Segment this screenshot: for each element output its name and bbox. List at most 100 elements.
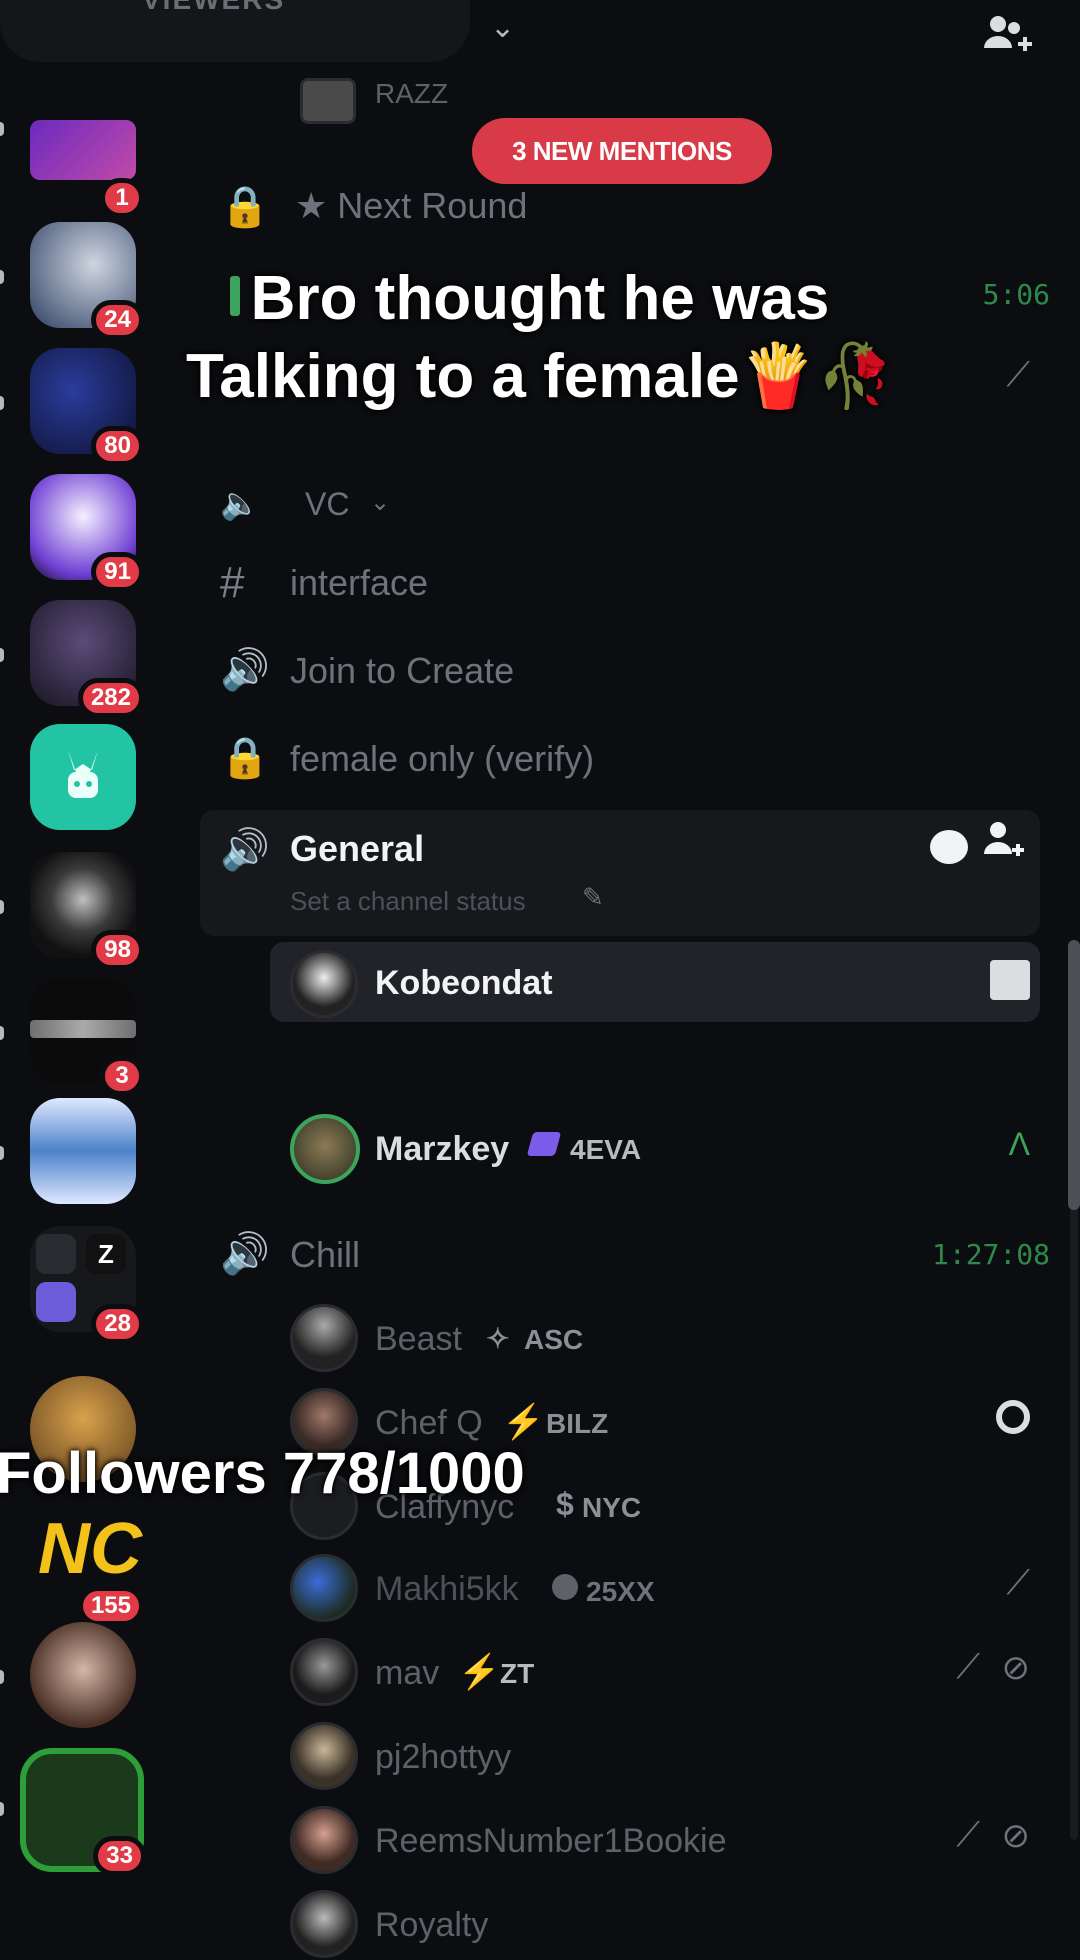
pencil-icon[interactable]: ✎ xyxy=(582,882,604,913)
server-icon-1[interactable]: 1 xyxy=(30,100,144,218)
speaker-icon: 🔊 xyxy=(220,648,270,692)
lock-icon: 🔒 xyxy=(220,736,270,780)
username: Chef Q xyxy=(375,1404,483,1442)
username: Royalty xyxy=(375,1906,489,1944)
channel-label: Join to Create xyxy=(290,650,515,691)
mic-muted-icon: ⟋ xyxy=(956,1816,980,1854)
partial-channel-label: RAZZ xyxy=(375,78,449,109)
video-caption: Bro thought he was Talking to a female🍟🥀 xyxy=(0,260,1080,416)
unread-badge: 3 xyxy=(100,1056,144,1096)
username: pj2hottyy xyxy=(375,1738,512,1776)
avatar xyxy=(290,1806,358,1874)
avatar xyxy=(290,1722,358,1790)
guild-tag: ASC xyxy=(524,1324,584,1355)
guild-tag: NYC xyxy=(582,1492,642,1523)
avatar xyxy=(300,78,356,124)
avatar xyxy=(290,950,358,1018)
server-icon-12[interactable]: NC 155 xyxy=(30,1508,144,1626)
unread-badge: 91 xyxy=(91,552,144,592)
server-icon-4[interactable]: 91 xyxy=(30,474,144,592)
server-icon-13[interactable] xyxy=(30,1622,136,1728)
channel-label: female only (verify) xyxy=(290,738,595,779)
unread-badge: 282 xyxy=(77,678,144,718)
voice-user-beast[interactable]: Beast ✧ ASC xyxy=(190,1304,1050,1374)
username: ReemsNumber1Bookie xyxy=(375,1822,727,1860)
hash-icon: # xyxy=(220,558,245,607)
channel-label: General xyxy=(290,828,425,869)
voice-timer: 1:27:08 xyxy=(931,1238,1050,1271)
caption-line-2: Talking to a female🍟🥀 xyxy=(186,342,894,411)
server-icon-7[interactable]: 98 xyxy=(30,852,144,970)
category-label: VC xyxy=(305,486,350,522)
category-vc[interactable]: 🔈 VC ⌄ xyxy=(190,480,1050,530)
unread-badge: 155 xyxy=(77,1586,144,1626)
voice-user-mav[interactable]: mav ⚡ ZT ⟋ ⊘ xyxy=(190,1638,1050,1708)
unread-badge: 98 xyxy=(91,930,144,970)
server-icon-9[interactable] xyxy=(30,1098,136,1204)
channel-label: interface xyxy=(290,562,429,603)
avatar xyxy=(290,1114,360,1184)
sparkle-icon: ✧ xyxy=(486,1323,510,1354)
screen-share-icon xyxy=(990,960,1030,1000)
server-icon-6[interactable] xyxy=(30,724,136,830)
lightning-icon: ⚡ xyxy=(458,1653,501,1691)
unread-pip xyxy=(0,900,4,914)
unread-pip xyxy=(0,122,4,136)
server-icon-5[interactable]: 282 xyxy=(30,600,144,718)
guild-tag: ZT xyxy=(500,1658,535,1689)
mic-muted-icon: ⟋ xyxy=(1006,1564,1030,1602)
mic-muted-icon: ⟋ xyxy=(956,1648,980,1686)
streaming-icon xyxy=(996,1400,1030,1434)
username: mav xyxy=(375,1654,440,1692)
server-icon-8[interactable]: 3 xyxy=(30,978,144,1096)
username: Kobeondat xyxy=(375,964,553,1002)
followers-counter: Followers 778/1000 xyxy=(0,1441,525,1506)
unread-badge: 33 xyxy=(93,1836,146,1876)
chat-bubble-icon[interactable] xyxy=(930,830,968,864)
lightning-icon: ⚡ xyxy=(502,1403,545,1441)
guild-tag-icon xyxy=(526,1132,562,1156)
caption-line-1: Bro thought he was xyxy=(250,264,830,333)
voice-user-marzkey[interactable]: Marzkey 4EVA Λ xyxy=(190,1114,1050,1184)
channel-label: ★ Next Round xyxy=(295,185,528,226)
channel-next-round[interactable]: 🔒 ★ Next Round xyxy=(190,175,1050,235)
viewers-pill[interactable]: VIEWERS xyxy=(0,0,470,62)
channel-interface[interactable]: # interface xyxy=(190,550,1050,610)
add-member-icon[interactable] xyxy=(980,12,1036,67)
speaker-icon: 🔊 xyxy=(220,828,270,872)
server-folder-14[interactable]: 33 xyxy=(20,1748,146,1876)
voice-user-pj2hottyy[interactable]: pj2hottyy xyxy=(190,1722,1050,1792)
add-member-icon[interactable] xyxy=(982,820,1026,871)
channel-chill[interactable]: 🔊 Chill 1:27:08 xyxy=(190,1220,1050,1290)
username: Makhi5kk xyxy=(375,1570,519,1608)
channel-general-content: 🔊 General Set a channel status ✎ xyxy=(190,820,1050,940)
new-mentions-button[interactable]: 3 NEW MENTIONS xyxy=(472,118,772,184)
server-folder-10[interactable]: Z 28 xyxy=(30,1226,144,1344)
chevron-down-icon: ⌄ xyxy=(370,489,391,516)
guild-tag: BILZ xyxy=(546,1408,609,1439)
activity-icon: Λ xyxy=(1008,1126,1030,1162)
speaker-icon: 🔈 xyxy=(220,485,260,521)
unread-pip xyxy=(0,1026,4,1040)
deafened-icon: ⊘ xyxy=(1001,1817,1031,1855)
channel-status-label[interactable]: Set a channel status xyxy=(290,886,526,917)
scrollbar-thumb[interactable] xyxy=(1068,940,1080,1210)
voice-user-makhi5kk[interactable]: Makhi5kk 25XX ⟋ xyxy=(190,1554,1050,1624)
top-bar: VIEWERS ⌄ xyxy=(0,0,1080,80)
voice-user-reemsnumber1bookie[interactable]: ReemsNumber1Bookie ⟋ ⊘ xyxy=(190,1806,1050,1876)
chevron-down-icon[interactable]: ⌄ xyxy=(490,10,515,45)
unread-badge: 80 xyxy=(91,426,144,466)
channel-label: Chill xyxy=(290,1234,361,1275)
voice-user-royalty[interactable]: Royalty xyxy=(190,1890,1050,1960)
username: Beast xyxy=(375,1320,462,1358)
username: Marzkey xyxy=(375,1130,510,1168)
avatar xyxy=(290,1890,358,1958)
channel-join-to-create[interactable]: 🔊 Join to Create xyxy=(190,638,1050,698)
unread-pip xyxy=(0,1670,4,1684)
unread-pip xyxy=(0,1802,4,1816)
unread-badge: 1 xyxy=(100,178,144,218)
speaker-icon: 🔊 xyxy=(220,1232,270,1276)
guild-tag: 4EVA xyxy=(570,1134,642,1165)
channel-female-only[interactable]: 🔒 female only (verify) xyxy=(190,726,1050,786)
unread-pip xyxy=(0,648,4,662)
